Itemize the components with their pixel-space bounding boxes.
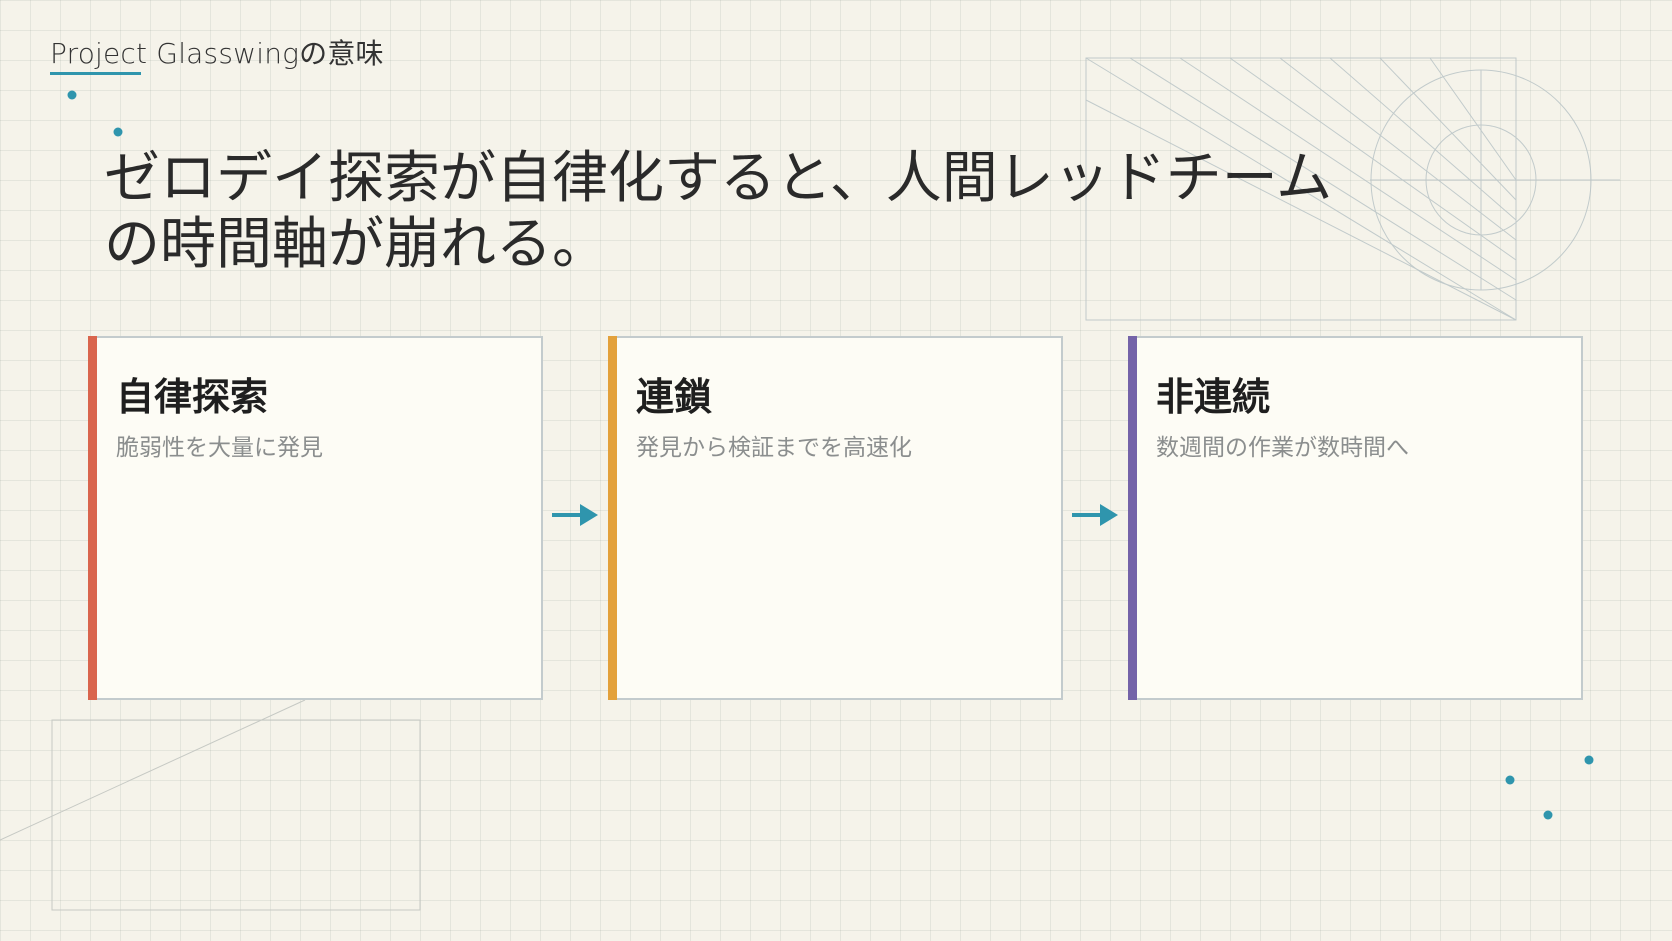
card-discontinuity: 非連続 数週間の作業が数時間へ [1128, 336, 1583, 700]
right-arrow-icon [1072, 504, 1118, 526]
kicker-underline [50, 72, 141, 75]
card-title: 非連続 [1156, 375, 1271, 419]
card-accent-bar [1128, 336, 1137, 700]
page-title-line-2: の時間軸が崩れる。 [104, 212, 608, 277]
section-kicker: Project Glasswingの意味 [50, 37, 384, 70]
card-accent-bar [608, 336, 617, 700]
card-chaining: 連鎖 発見から検証までを高速化 [608, 336, 1063, 700]
card-description: 発見から検証までを高速化 [636, 435, 912, 461]
page-title: ゼロデイ探索が自律化すると、人間レッドチーム の時間軸が崩れる。 [104, 146, 1404, 278]
card-description: 脆弱性を大量に発見 [116, 435, 323, 461]
bottom-left-geometry [0, 699, 421, 911]
card-title: 自律探索 [116, 375, 269, 419]
card-title: 連鎖 [636, 375, 713, 419]
page-title-line-1: ゼロデイ探索が自律化すると、人間レッドチーム [104, 146, 1333, 211]
card-description: 数週間の作業が数時間へ [1156, 435, 1409, 461]
right-arrow-icon [552, 504, 598, 526]
card-accent-bar [88, 336, 97, 700]
card-autonomous-exploration: 自律探索 脆弱性を大量に発見 [88, 336, 543, 700]
